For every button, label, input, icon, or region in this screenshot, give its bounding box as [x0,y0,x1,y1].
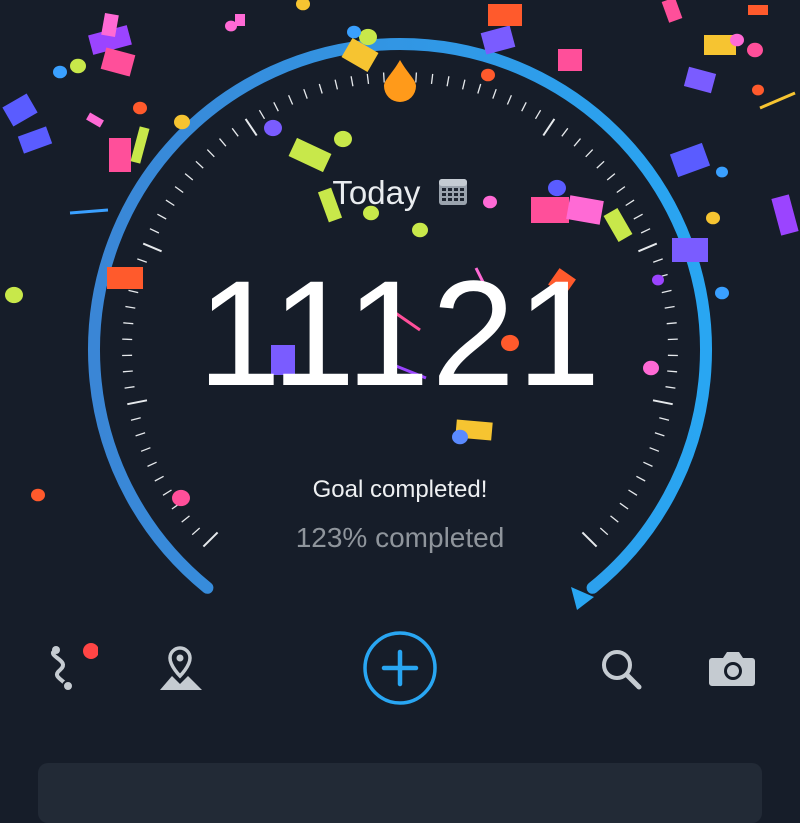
search-icon [590,638,650,698]
goal-status: Goal completed! [0,476,800,504]
gauge-tick [463,80,465,90]
gauge-tick [232,128,238,136]
gauge-tick [148,462,157,466]
gauge-tick [562,128,568,136]
gauge-tick [157,214,166,219]
gauge-tick [620,503,628,509]
gauge-tick [351,76,353,86]
gauge-tick [196,161,203,168]
gauge-tick [536,110,541,119]
map-button[interactable] [148,636,212,700]
gauge-tick [586,150,593,157]
gauge-tick [131,418,141,421]
gauge-tick [319,84,322,94]
add-button[interactable] [362,630,438,706]
gauge-tick [220,139,226,147]
search-button[interactable] [588,636,652,700]
route-icon [38,638,98,698]
gauge-tick [136,433,146,436]
gauge-tick [522,102,527,111]
gauge-tick [207,150,214,157]
gauge-tick [335,80,337,90]
gauge-tick [259,110,264,119]
gauge-tick [507,95,511,104]
notification-badge [83,643,98,659]
gauge-tick [367,74,368,84]
today-header[interactable]: Today [0,174,800,212]
gauge-tick [543,119,554,136]
routes-button[interactable] [36,636,100,700]
gauge-tick [172,503,180,509]
gauge-tick [416,73,417,83]
gauge-tick [634,214,643,219]
gauge-tick [143,244,161,252]
gauge-tick [638,244,656,252]
gauge-tick [641,229,650,233]
gauge-tick [574,139,580,147]
gauge-tick [597,161,604,168]
calendar-icon [438,177,468,207]
gauge-tick [289,95,293,104]
gauge-tick [493,89,496,98]
today-label: Today [332,174,420,211]
camera-icon [702,638,762,698]
gauge-tick [432,74,433,84]
camera-button[interactable] [700,636,764,700]
gauge-tick [478,84,481,94]
gauge-tick [246,119,257,136]
gauge-tick [650,448,659,452]
gauge-tick [643,462,652,466]
gauge-tick [659,418,669,421]
gauge-tick [274,102,279,111]
map-pin-icon [150,638,210,698]
add-icon [362,630,438,706]
summary-card[interactable] [38,763,762,823]
gauge-tick [655,433,665,436]
gauge-tick [447,76,449,86]
step-count: 11121 [0,258,800,408]
gauge-tick [384,73,385,83]
goal-percent: 123% completed [0,522,800,554]
gauge-tick [150,229,159,233]
gauge-tick [304,89,307,98]
gauge-tick [141,448,150,452]
